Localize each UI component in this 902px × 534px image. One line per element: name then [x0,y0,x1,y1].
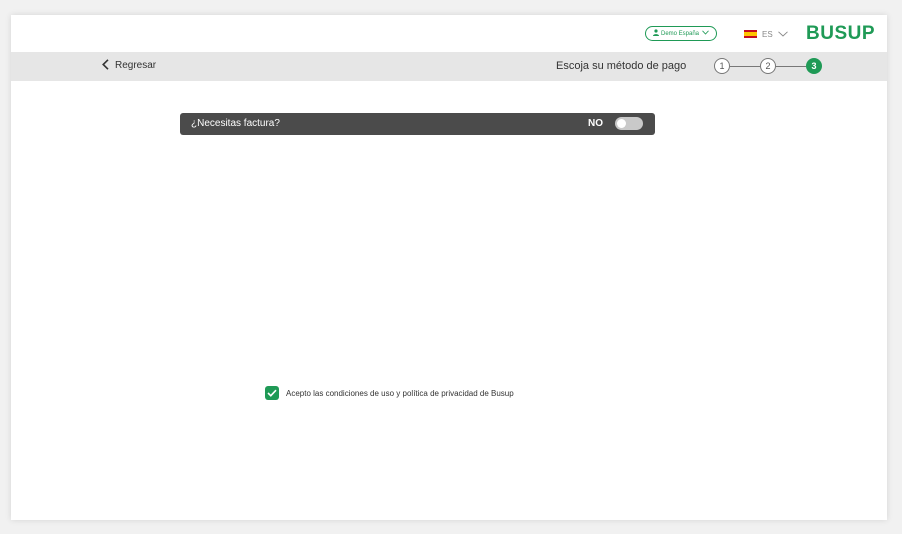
step-3-current: 3 [806,58,822,74]
step-1: 1 [714,58,730,74]
step-connector [776,66,806,67]
back-label: Regresar [115,60,157,71]
step-title: Escoja su método de pago [556,60,687,72]
busup-logo[interactable]: BUSUP [806,23,875,45]
invoice-toggle[interactable] [615,117,643,130]
toggle-knob [617,119,626,128]
stepper: 1 2 3 [714,58,824,74]
checkmark-icon [267,384,277,402]
invoice-toggle-row: ¿Necesitas factura? NO [180,113,655,135]
chevron-left-icon [102,59,109,72]
step-connector [730,66,760,67]
user-icon [652,29,659,38]
app-window: Demo España ES BUSUP Regresar Escoja su … [11,15,887,520]
step-2: 2 [760,58,776,74]
invoice-question: ¿Necesitas factura? [191,118,280,129]
back-button[interactable]: Regresar [102,59,156,72]
chevron-down-icon [777,29,788,39]
invoice-state-label: NO [588,118,603,129]
spain-flag-icon [744,30,757,38]
top-header: Demo España ES BUSUP [11,15,887,52]
chevron-down-icon [702,30,709,37]
language-selector[interactable]: ES [744,28,788,40]
language-code: ES [762,29,773,39]
terms-label: Acepto las condiciones de uso y política… [286,388,514,398]
step-bar: Regresar Escoja su método de pago 1 2 3 [11,52,887,81]
user-name: Demo España [660,30,700,37]
user-menu-button[interactable]: Demo España [645,26,717,41]
terms-checkbox[interactable] [265,386,279,400]
terms-acceptance: Acepto las condiciones de uso y política… [265,386,514,400]
